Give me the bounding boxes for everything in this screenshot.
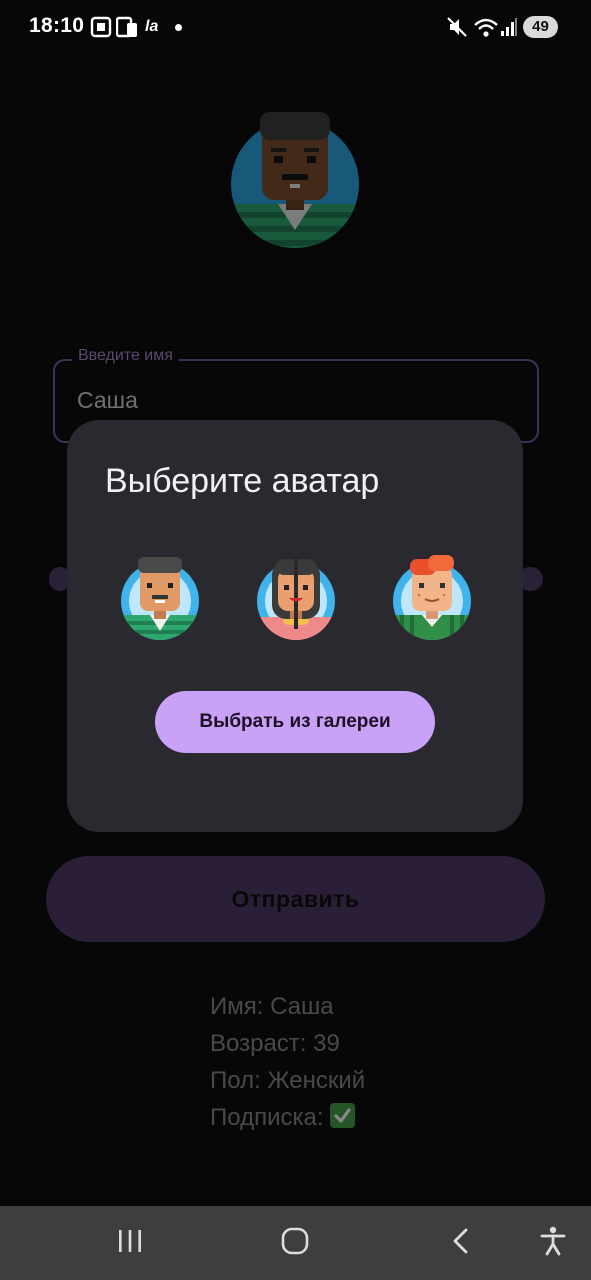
recent-apps-button[interactable] [95,1206,165,1280]
avatar-option-man-dark-hair[interactable] [120,555,200,641]
back-button[interactable] [426,1206,496,1280]
name-input-label: Введите имя [72,347,179,365]
status-time: 18:10 [29,14,85,37]
choose-from-gallery-label: Выбрать из галереи [199,711,391,732]
battery-indicator: 49 [523,16,558,38]
device-icon [115,16,138,43]
recent-apps-icon [117,1229,143,1258]
summary-gender: Пол: Женский [210,1067,366,1094]
wifi-icon [473,16,499,43]
signal-icon [500,16,518,43]
mute-icon [447,16,467,43]
avatar-picker-dialog: Выберите аватар Выбрать из галереи [67,420,523,832]
home-button[interactable] [260,1206,330,1280]
choose-from-gallery-button[interactable]: Выбрать из галереи [155,691,435,753]
check-mark-icon [330,1103,356,1128]
home-icon [281,1227,309,1260]
carrier-badge: la [145,18,159,35]
summary-age: Возраст: 39 [210,1030,340,1057]
selected-avatar-icon[interactable] [230,108,360,248]
summary-block: Имя: Саша Возраст: 39 Пол: Женский Подпи… [210,988,365,1136]
status-bar: 18:10 la 49 [0,0,591,56]
screenshot-icon [90,16,112,43]
submit-button[interactable]: Отправить [46,856,545,942]
summary-name: Имя: Саша [210,993,334,1020]
summary-subscription-label: Подписка: [210,1104,331,1131]
name-input-value[interactable]: Саша [77,387,138,414]
summary-subscription: Подписка: [210,1099,365,1136]
accessibility-icon [540,1226,566,1261]
notification-dot [175,24,182,31]
submit-button-label: Отправить [231,885,360,912]
system-navigation-bar [0,1206,591,1280]
dialog-title: Выберите аватар [105,462,380,500]
accessibility-button[interactable] [518,1206,588,1280]
avatar-option-man-red-hair[interactable] [392,555,472,641]
back-icon [451,1227,471,1260]
avatar-option-woman-dark-hair[interactable] [256,555,336,641]
